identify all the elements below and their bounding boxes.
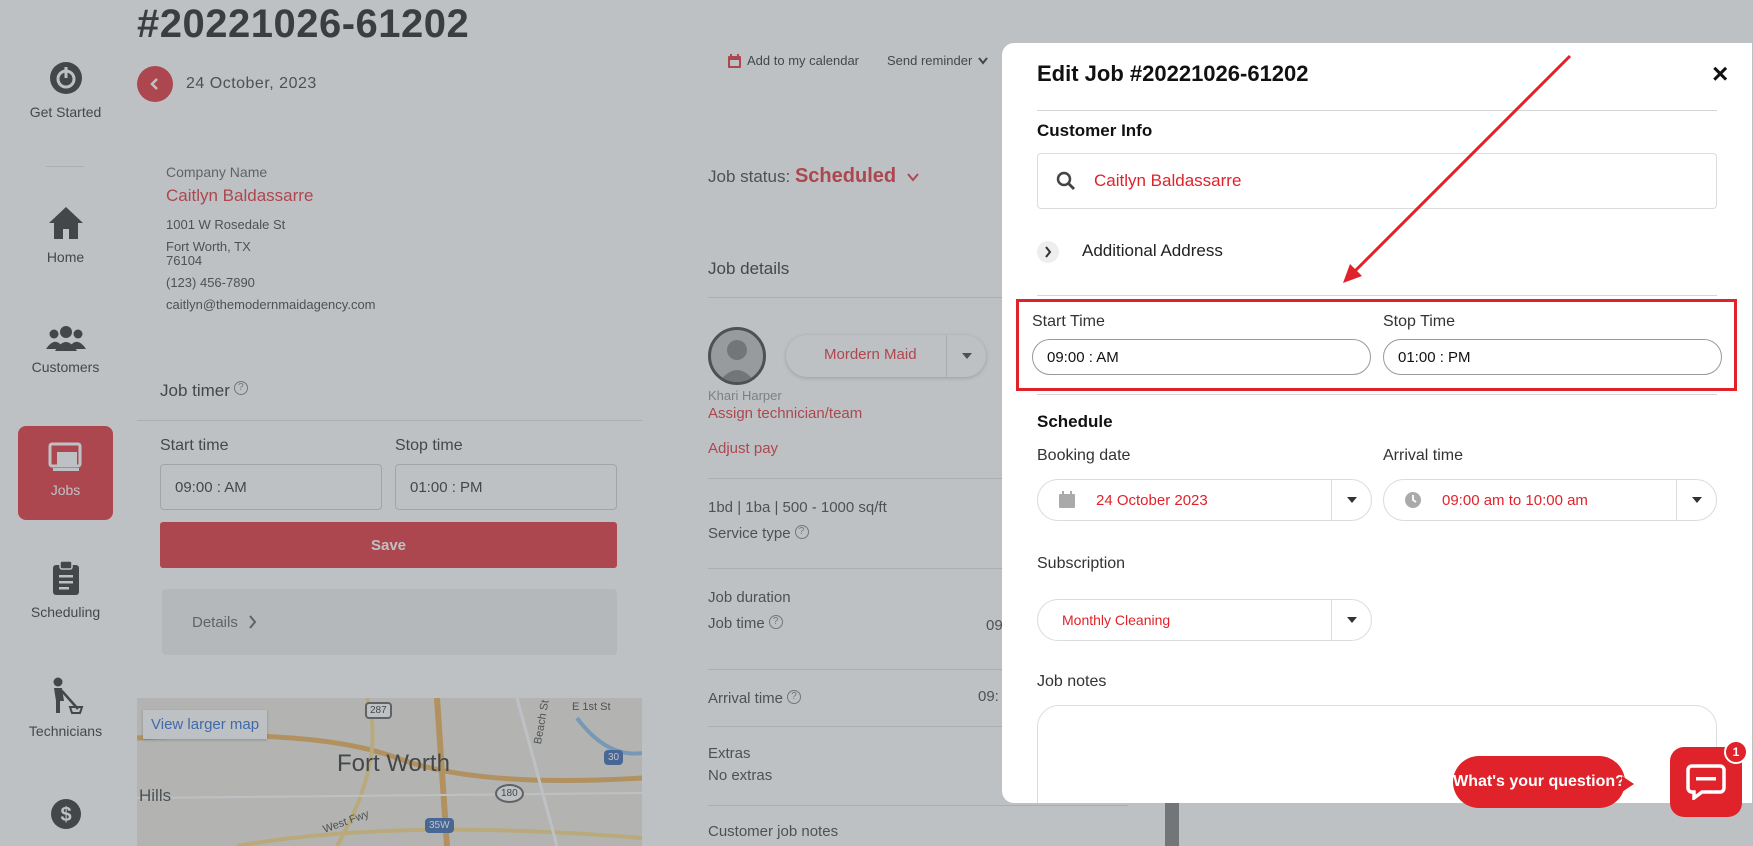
chat-question-bubble[interactable]: What's your question? [1453,756,1625,808]
annotation-arrow [1343,54,1572,283]
chat-notification-badge: 1 [1724,740,1748,764]
chat-bubble-tail [1622,776,1634,792]
chat-icon [1686,764,1726,800]
